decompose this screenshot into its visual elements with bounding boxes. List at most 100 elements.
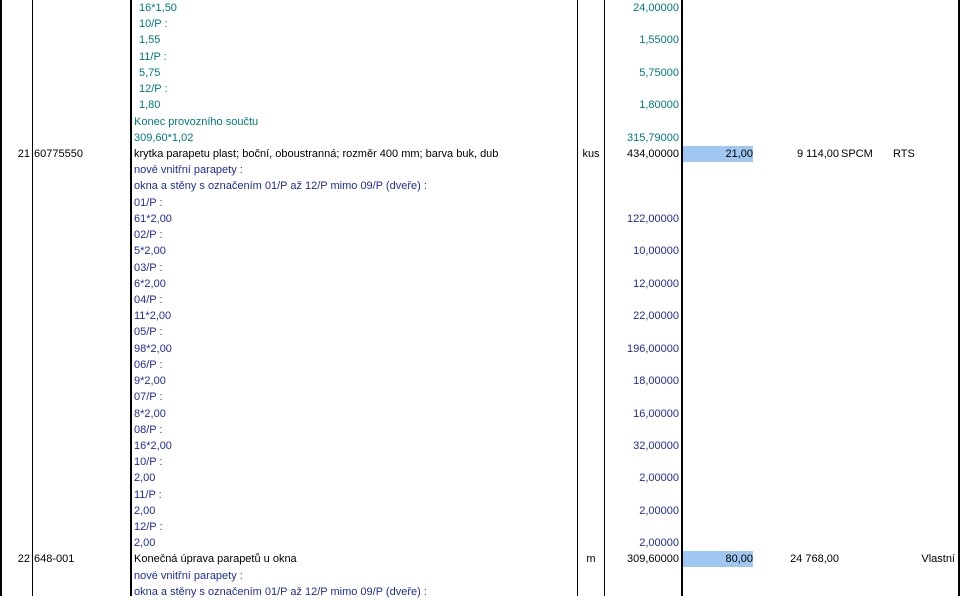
item-total: 9 114,00	[796, 147, 839, 160]
measurement-row: Konec provozního součtu	[0, 114, 960, 130]
item-description: Konečná úprava parapetů u okna	[134, 553, 297, 566]
measurement-row: 5,75 5,75000	[0, 65, 960, 81]
measurement-value	[605, 292, 679, 308]
measurement-row: 98*2,00 196,00000	[0, 341, 960, 357]
measurement-label: 5*2,00	[134, 245, 166, 258]
measurement-row: 2,00 2,00000	[0, 535, 960, 551]
item-catalog	[841, 551, 891, 567]
measurement-value	[605, 49, 679, 65]
measurement-value	[605, 195, 679, 211]
measurement-row: 06/P :	[0, 357, 960, 373]
measurement-value: 1,80000	[639, 99, 679, 112]
item-code: 60775550	[34, 147, 83, 160]
measurement-value	[605, 584, 679, 600]
measurement-label: 10/P :	[139, 18, 168, 31]
measurement-row: 2,00 2,00000	[0, 470, 960, 486]
measurement-row: 6*2,00 12,00000	[0, 276, 960, 292]
measurement-label: okna a stěny s označením 01/P až 12/P mi…	[134, 585, 427, 598]
measurement-label: 16*1,50	[139, 2, 177, 14]
measurement-label: 07/P :	[134, 391, 163, 404]
measurement-label: Konec provozního součtu	[134, 115, 259, 128]
measurement-label: 2,00	[134, 504, 156, 517]
measurement-row: 61*2,00 122,00000	[0, 211, 960, 227]
measurement-value: 315,79000	[627, 131, 679, 144]
measurement-label: 6*2,00	[134, 277, 166, 290]
measurement-row: nové vnitřní parapety :	[0, 162, 960, 178]
measurement-label: 02/P :	[134, 229, 163, 242]
measurement-value: 5,75000	[639, 66, 679, 79]
measurement-label: 5,75	[139, 66, 161, 79]
measurement-value: 196,00000	[627, 342, 679, 355]
measurement-label: nové vnitřní parapety :	[134, 164, 243, 177]
item-unit-price: 80,00	[683, 551, 753, 568]
measurement-row: okna a stěny s označením 01/P až 12/P mi…	[0, 584, 960, 600]
measurement-label: 309,60*1,02	[134, 131, 194, 144]
item-row: 22 648-001 Konečná úprava parapetů u okna m…	[0, 551, 960, 568]
item-source: Vlastní	[921, 553, 955, 566]
measurement-value: 32,00000	[633, 439, 679, 452]
measurement-label: 98*2,00	[134, 342, 172, 355]
item-unit: kus	[582, 147, 600, 160]
measurement-row: 11/P :	[0, 49, 960, 65]
measurement-value	[605, 568, 679, 584]
measurement-row: 05/P :	[0, 324, 960, 340]
measurement-value	[605, 227, 679, 243]
item-number: 22	[17, 553, 30, 566]
measurement-value: 24,00000	[633, 2, 679, 14]
item-number: 21	[17, 147, 30, 160]
item-quantity: 434,00000	[627, 147, 679, 160]
measurement-value: 12,00000	[633, 277, 679, 290]
item-source: RTS	[893, 147, 915, 160]
item-unit-price: 21,00	[683, 145, 753, 162]
measurement-row: 07/P :	[0, 389, 960, 405]
measurement-label: 10/P :	[134, 456, 163, 469]
measurement-label: 05/P :	[134, 326, 163, 339]
measurement-value	[605, 162, 679, 178]
measurement-label: 9*2,00	[134, 375, 166, 388]
measurement-value	[605, 519, 679, 535]
measurement-value	[605, 16, 679, 32]
measurement-value	[605, 389, 679, 405]
measurement-value	[605, 324, 679, 340]
measurement-value	[605, 178, 679, 194]
measurement-value	[605, 454, 679, 470]
measurement-row: 04/P :	[0, 292, 960, 308]
item-row: 21 60775550 krytka parapetu plast; boční, …	[0, 145, 960, 162]
measurement-value	[605, 81, 679, 97]
measurement-row: 9*2,00 18,00000	[0, 373, 960, 389]
measurement-value	[605, 422, 679, 438]
measurement-row: 11*2,00 22,00000	[0, 308, 960, 324]
measurement-row: okna a stěny s označením 01/P až 12/P mi…	[0, 178, 960, 194]
measurement-row: 2,00 2,00000	[0, 503, 960, 519]
measurement-label: 16*2,00	[134, 439, 172, 452]
measurement-label: 01/P :	[134, 196, 163, 209]
measurement-label: nové vnitřní parapety :	[134, 569, 243, 582]
measurement-row: 16*2,00 32,00000	[0, 438, 960, 454]
measurement-value: 22,00000	[633, 310, 679, 323]
measurement-row: 03/P :	[0, 260, 960, 276]
item-quantity: 309,60000	[627, 553, 679, 566]
measurement-label: 03/P :	[134, 261, 163, 274]
measurement-value: 122,00000	[627, 212, 679, 225]
measurement-label: 61*2,00	[134, 212, 172, 225]
measurement-value: 18,00000	[633, 375, 679, 388]
measurement-row: 1,80 1,80000	[0, 97, 960, 113]
measurement-label: 8*2,00	[134, 407, 166, 420]
item-catalog: SPCM	[841, 147, 873, 160]
measurement-row: 10/P :	[0, 454, 960, 470]
measurement-label: 12/P :	[134, 521, 163, 534]
measurement-value	[605, 260, 679, 276]
measurement-label: 2,00	[134, 472, 156, 485]
measurement-row: 1,55 1,55000	[0, 32, 960, 48]
measurement-row: 8*2,00 16,00000	[0, 406, 960, 422]
measurement-label: 08/P :	[134, 423, 163, 436]
measurement-label: 06/P :	[134, 358, 163, 371]
measurement-row: 02/P :	[0, 227, 960, 243]
measurement-row: 10/P :	[0, 16, 960, 32]
measurement-value: 2,00000	[639, 504, 679, 517]
measurement-value	[605, 114, 679, 130]
measurement-row: nové vnitřní parapety :	[0, 568, 960, 584]
measurement-value: 10,00000	[633, 245, 679, 258]
item-description: krytka parapetu plast; boční, oboustrann…	[134, 147, 499, 160]
item-code: 648-001	[34, 553, 75, 566]
